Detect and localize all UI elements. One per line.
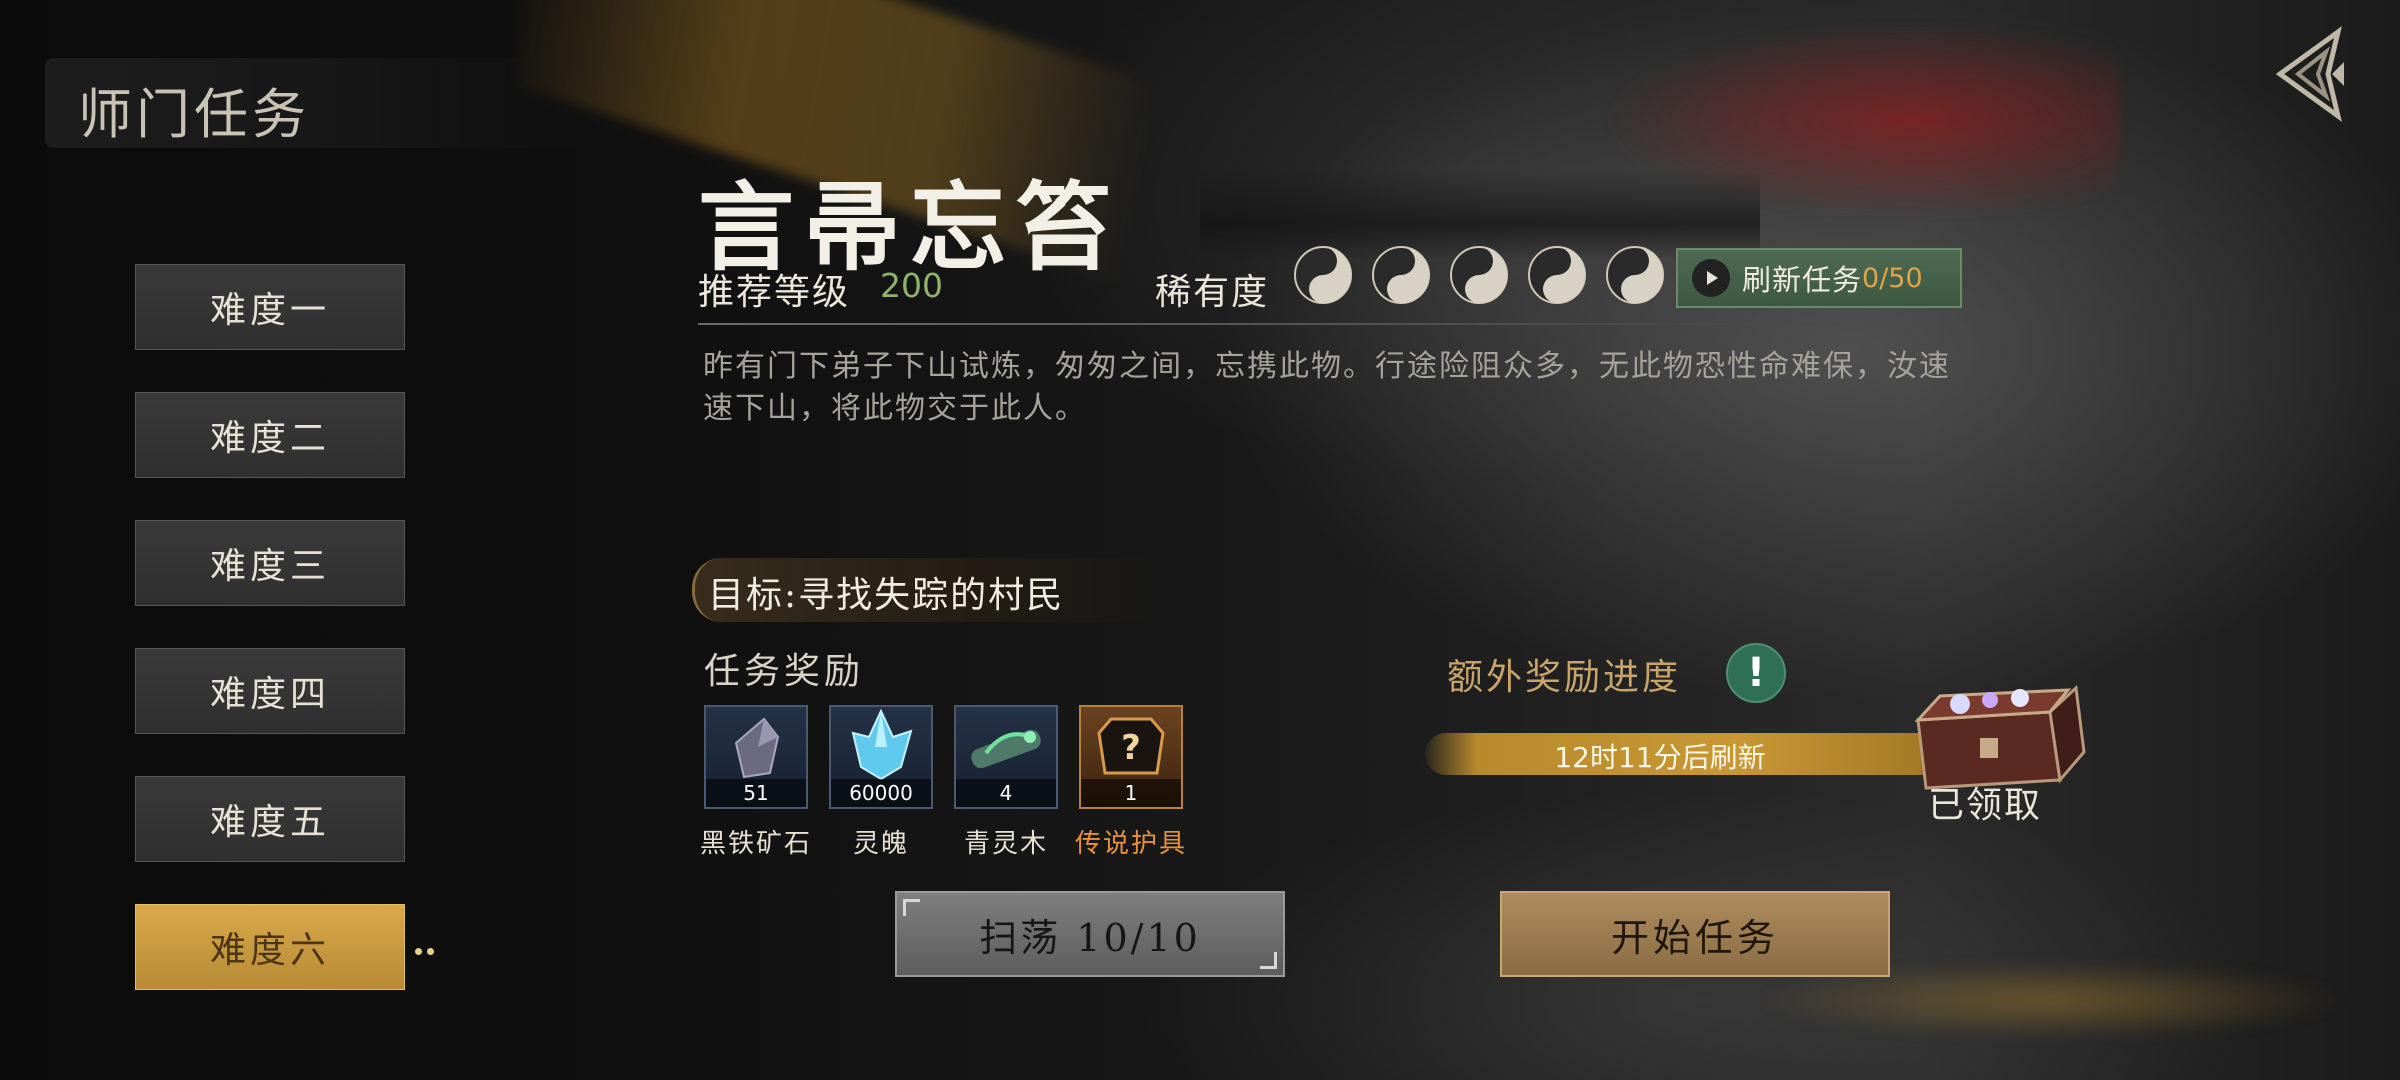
rarity-taiji-icon — [1526, 244, 1588, 306]
rarity-taiji-icon — [1448, 244, 1510, 306]
reward-count: 4 — [956, 779, 1056, 807]
page-title: 师门任务 — [78, 83, 310, 146]
reward-count: 1 — [1081, 779, 1181, 807]
reward-item-3[interactable]: 4 青灵木 — [954, 705, 1058, 859]
recommended-level-value: 200 — [880, 266, 943, 305]
reward-name: 传说护具 — [1074, 829, 1187, 859]
extra-refresh-timer: 12时11分后刷新 — [1554, 741, 1766, 774]
header-divider — [698, 323, 1970, 325]
rewards-title: 任务奖励 — [704, 651, 865, 692]
info-exclamation-icon[interactable]: ! — [1726, 643, 1786, 703]
reward-slot: ? 1 — [1079, 705, 1183, 809]
quest-objective: 目标:寻找失踪的村民 — [708, 575, 1065, 616]
difficulty-tab-6[interactable]: 难度六 — [135, 904, 405, 990]
difficulty-tab-4[interactable]: 难度四 — [135, 648, 405, 734]
reward-item-4[interactable]: ? 1 传说护具 — [1075, 705, 1185, 859]
reward-slot: 4 — [954, 705, 1058, 809]
selected-indicator-dots — [415, 940, 447, 960]
recommended-level-label: 推荐等级 — [698, 272, 851, 313]
sweep-label: 扫荡 10/10 — [979, 915, 1201, 960]
start-quest-button[interactable]: 开始任务 — [1500, 891, 1890, 977]
play-icon — [1692, 259, 1730, 297]
claimed-label: 已领取 — [1928, 785, 2043, 826]
difficulty-tab-5[interactable]: 难度五 — [135, 776, 405, 862]
corner-ornament — [1260, 952, 1277, 969]
reward-count: 51 — [706, 779, 806, 807]
rarity-taiji-icon — [1604, 244, 1666, 306]
back-arrow-icon — [2275, 26, 2344, 122]
rarity-taiji-icon — [1292, 244, 1354, 306]
reward-count: 60000 — [831, 779, 931, 807]
rarity-taiji-icon — [1370, 244, 1432, 306]
rarity-label: 稀有度 — [1155, 272, 1270, 313]
start-quest-label: 开始任务 — [1610, 915, 1779, 960]
ore-crystal-icon — [734, 717, 780, 779]
refresh-quest-label: 刷新任务 — [1742, 263, 1863, 297]
sweep-button[interactable]: 扫荡 10/10 — [895, 891, 1285, 977]
difficulty-tab-2[interactable]: 难度二 — [135, 392, 405, 478]
difficulty-tab-1[interactable]: 难度一 — [135, 264, 405, 350]
back-button[interactable] — [2268, 24, 2352, 124]
mystery-armor-icon: ? — [1097, 717, 1165, 775]
reward-slot: 60000 — [829, 705, 933, 809]
corner-ornament — [903, 899, 920, 916]
refresh-quest-count: 0/50 — [1862, 262, 1923, 294]
spirit-crystal-icon — [851, 708, 913, 781]
quest-description: 昨有门下弟子下山试炼，匆匆之间，忘携此物。行途险阻众多，无此物恐性命难保，汝速速… — [703, 349, 1951, 426]
reward-item-2[interactable]: 60000 灵魄 — [829, 705, 933, 859]
reward-item-1[interactable]: 51 黑铁矿石 — [700, 705, 810, 859]
refresh-quest-button[interactable]: 刷新任务 0/50 — [1676, 248, 1962, 308]
extra-reward-progress-title: 额外奖励进度 — [1447, 657, 1682, 698]
svg-text:?: ? — [1121, 728, 1141, 768]
difficulty-tab-3[interactable]: 难度三 — [135, 520, 405, 606]
reward-slot: 51 — [704, 705, 808, 809]
green-wood-icon — [971, 729, 1041, 769]
